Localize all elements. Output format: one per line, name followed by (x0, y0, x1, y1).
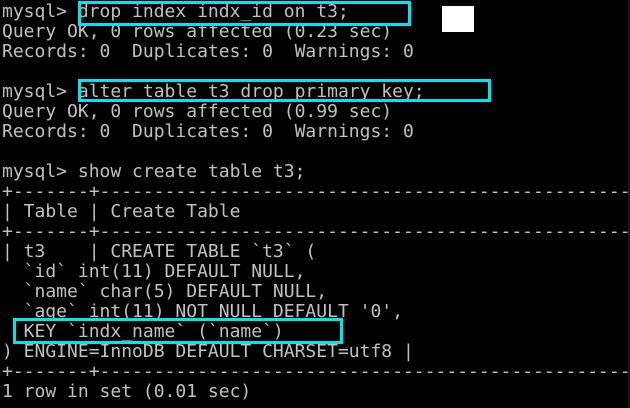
table-border-line: +-------+-------------------------------… (2, 222, 630, 242)
terminal-line: Query OK, 0 rows affected (0.23 sec) (2, 22, 393, 42)
terminal-cursor (442, 6, 474, 32)
terminal-line: Records: 0 Duplicates: 0 Warnings: 0 (2, 42, 414, 62)
table-row-line: | t3 | CREATE TABLE `t3` ( (2, 242, 317, 262)
table-header-line: | Table | Create Table (2, 202, 241, 222)
table-row-line: ) ENGINE=InnoDB DEFAULT CHARSET=utf8 | (2, 342, 414, 362)
terminal-line: mysql> drop index indx_id on t3; (2, 2, 349, 22)
table-row-line: KEY `indx_name` (`name`) (2, 322, 284, 342)
terminal-line: 1 row in set (0.01 sec) (2, 382, 252, 402)
terminal-window[interactable]: mysql> drop index indx_id on t3; Query O… (0, 0, 630, 408)
table-row-line: `age` int(11) NOT NULL DEFAULT '0', (2, 302, 403, 322)
terminal-line: mysql> show create table t3; (2, 162, 306, 182)
table-border-line: +-------+-------------------------------… (2, 362, 630, 382)
table-row-line: `id` int(11) DEFAULT NULL, (2, 262, 306, 282)
terminal-line: mysql> alter table t3 drop primary key; (2, 82, 425, 102)
table-border-line: +-------+-------------------------------… (2, 182, 630, 202)
table-row-line: `name` char(5) DEFAULT NULL, (2, 282, 328, 302)
terminal-line: Records: 0 Duplicates: 0 Warnings: 0 (2, 122, 414, 142)
terminal-line: Query OK, 0 rows affected (0.99 sec) (2, 102, 393, 122)
